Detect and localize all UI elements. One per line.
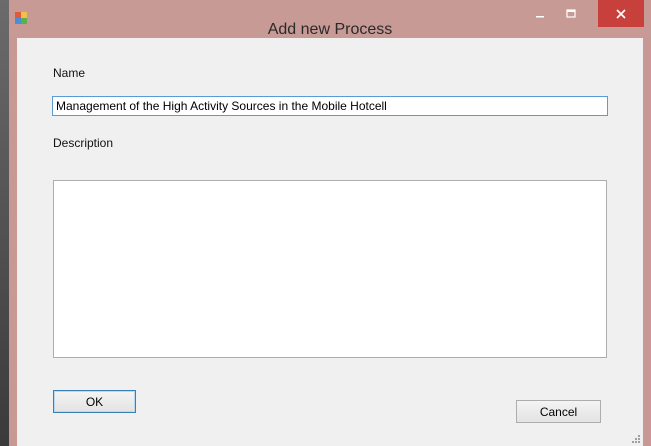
title-bar[interactable]: Add new Process: [9, 0, 651, 38]
resize-grip-icon[interactable]: [631, 434, 641, 444]
maximize-button[interactable]: [558, 0, 584, 27]
description-label: Description: [53, 136, 114, 150]
maximize-icon: [566, 8, 576, 18]
name-label: Name: [53, 66, 86, 80]
minimize-button[interactable]: [527, 0, 553, 27]
add-new-process-dialog: Add new Process Name Description OK Canc…: [9, 0, 651, 446]
cancel-button[interactable]: Cancel: [516, 400, 601, 423]
window-title: Add new Process: [267, 21, 393, 38]
ok-button[interactable]: OK: [53, 390, 136, 413]
close-button[interactable]: [598, 0, 644, 27]
dialog-body: Name Description OK Cancel: [17, 38, 643, 446]
description-textarea[interactable]: [53, 180, 607, 358]
close-icon: [616, 8, 626, 19]
minimize-icon: [536, 15, 544, 17]
name-input[interactable]: [52, 96, 608, 116]
